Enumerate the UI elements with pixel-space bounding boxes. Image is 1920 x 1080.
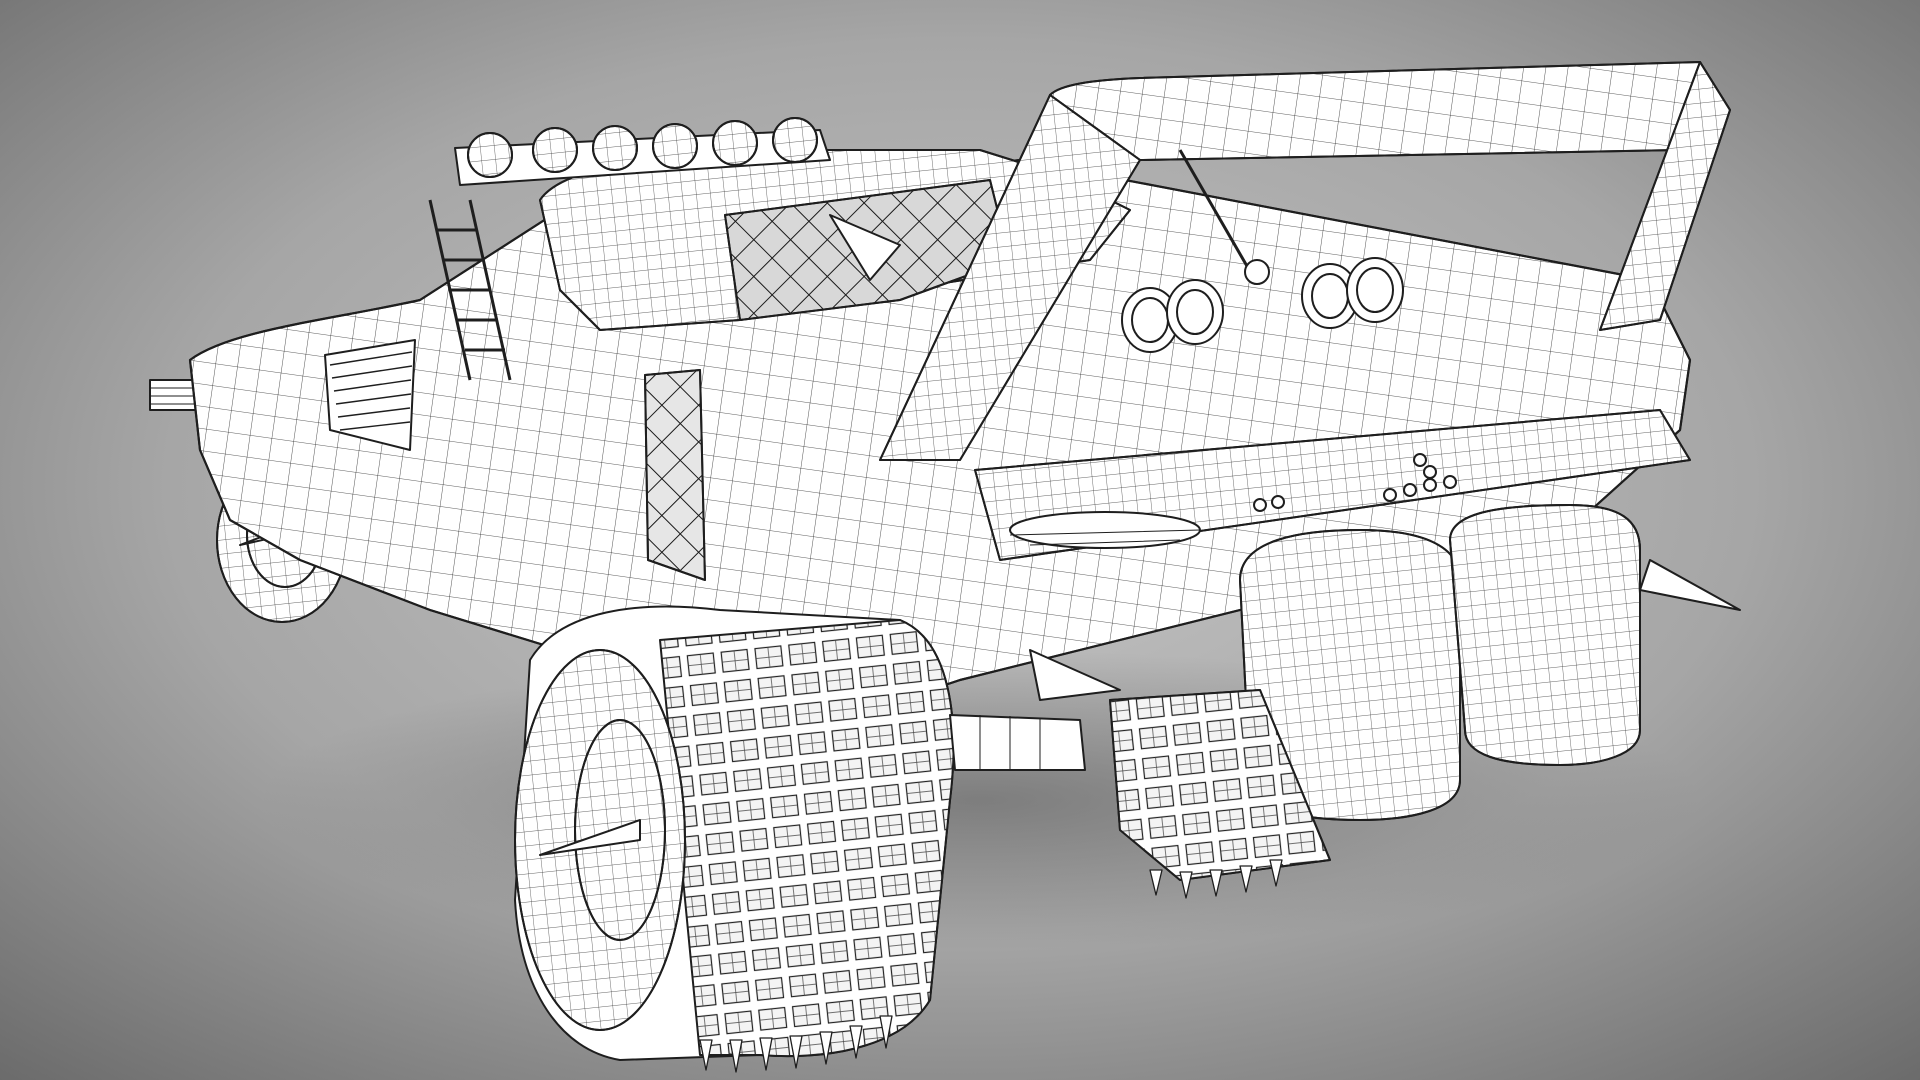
propane-tank-right [1449,504,1641,766]
driveshaft [949,714,1086,771]
side-window-mesh [644,369,706,581]
front-spiked-wheel [514,605,955,1061]
wireframe-car-render [0,0,1920,1080]
render-viewport [0,0,1920,1080]
